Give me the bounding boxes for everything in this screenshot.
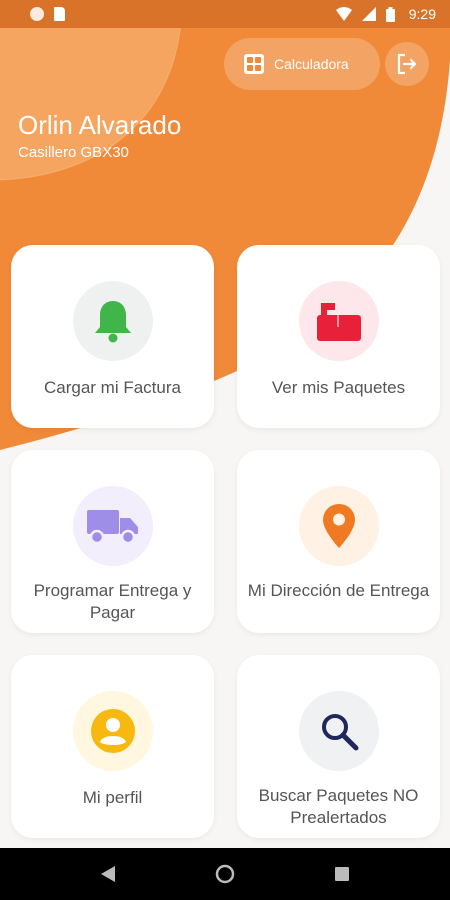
card-label: Ver mis Paquetes (271, 378, 406, 397)
battery-icon (385, 6, 395, 22)
back-icon[interactable] (101, 866, 115, 882)
calculator-icon (244, 54, 264, 74)
user-name: Orlin Alvarado (18, 110, 182, 140)
status-bar: 9:29 (0, 0, 450, 28)
home-icon[interactable] (215, 864, 235, 884)
card-label: Cargar mi Factura (44, 378, 181, 397)
card-schedule-delivery[interactable]: Programar Entrega y Pagar (11, 450, 214, 633)
card-icon-circle (72, 691, 153, 771)
card-my-profile[interactable]: Mi perfil (11, 655, 214, 838)
search-icon (321, 714, 358, 751)
card-icon-circle (298, 486, 379, 566)
card-icon-circle (72, 486, 153, 566)
recents-icon[interactable] (335, 867, 349, 881)
bell-icon (94, 301, 131, 343)
calculator-label: Calculadora (274, 56, 349, 72)
card-label: Mi Dirección de Entrega (247, 581, 430, 600)
status-time: 9:29 (408, 6, 436, 22)
card-label: Mi perfil (82, 788, 143, 807)
signal-icon (361, 7, 376, 21)
card-upload-invoice[interactable]: Cargar mi Factura (11, 245, 214, 428)
calculator-button[interactable]: Calculadora (224, 38, 380, 90)
mailbox-icon (316, 303, 361, 341)
user-profile-icon (90, 709, 135, 753)
locker-code: Casillero GBX30 (18, 144, 129, 161)
menu-grid: Cargar mi Factura Ver mis Paquetes Progr… (11, 245, 440, 838)
android-nav-bar (0, 848, 450, 900)
card-icon-circle (298, 281, 379, 361)
card-icon-circle (298, 691, 379, 771)
wifi-icon (335, 7, 352, 21)
truck-icon (86, 510, 138, 544)
card-label: Buscar Paquetes NO Prealertados (258, 786, 419, 827)
card-search-packages[interactable]: Buscar Paquetes NO Prealertados (237, 655, 440, 838)
card-delivery-address[interactable]: Mi Dirección de Entrega (237, 450, 440, 633)
notification-dot-icon (30, 7, 44, 21)
card-view-packages[interactable]: Ver mis Paquetes (237, 245, 440, 428)
location-pin-icon (322, 504, 355, 548)
logout-icon (397, 53, 417, 75)
card-icon-circle (72, 281, 153, 361)
logout-button[interactable] (385, 42, 429, 86)
card-label: Programar Entrega y Pagar (33, 581, 192, 622)
sd-card-icon (54, 7, 65, 21)
